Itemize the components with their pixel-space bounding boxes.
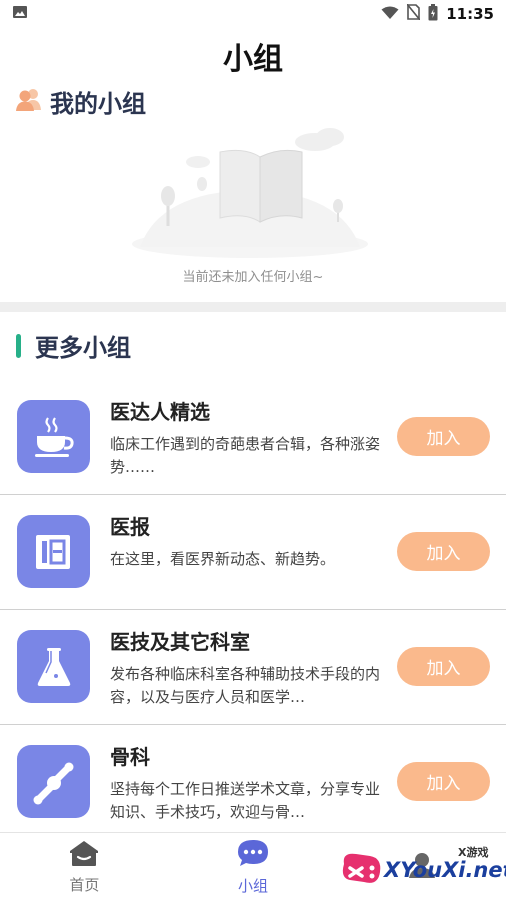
join-button[interactable]: 加入 xyxy=(397,647,490,686)
join-button[interactable]: 加入 xyxy=(397,762,490,801)
group-name: 医达人精选 xyxy=(110,400,210,424)
section-divider xyxy=(0,302,506,312)
nav-home-label: 首页 xyxy=(69,875,100,894)
group-item-yidaren[interactable]: 医达人精选 临床工作遇到的奇葩患者合辑，各种涨姿势…… 加入 xyxy=(0,380,506,495)
my-groups-header: 我的小组 xyxy=(16,84,146,119)
group-description: 在这里，看医界新动态、新趋势。 xyxy=(110,550,336,568)
wifi-icon xyxy=(381,5,399,24)
watermark-text: XYouXi.net xyxy=(384,858,506,882)
more-groups-title: 更多小组 xyxy=(35,334,131,362)
bone-joint-icon xyxy=(17,745,90,818)
coffee-cup-icon xyxy=(17,400,90,473)
nav-groups[interactable]: 小组 xyxy=(169,833,338,900)
status-time: 11:35 xyxy=(446,5,494,23)
watermark-logo: X游戏 XYouXi.net xyxy=(336,842,506,896)
group-name: 医报 xyxy=(110,515,150,539)
my-groups-title: 我的小组 xyxy=(50,90,146,118)
group-description: 发布各种临床科室各种辅助技术手段的内容，以及与医疗人员和医学… xyxy=(110,665,381,706)
empty-groups-message: 当前还未加入任何小组~ xyxy=(182,270,324,285)
gallery-notification-icon xyxy=(12,5,28,24)
status-bar: 11:35 xyxy=(0,0,506,28)
group-item-guke[interactable]: 骨科 坚持每个工作日推送学术文章，分享专业知识、手术技巧，欢迎与骨… 加入 xyxy=(0,725,506,840)
group-list: 医达人精选 临床工作遇到的奇葩患者合辑，各种涨姿势…… 加入 医报 在这里，看医… xyxy=(0,380,506,840)
more-groups-header: 更多小组 xyxy=(16,328,131,363)
chat-bubble-icon xyxy=(236,838,270,872)
group-description: 坚持每个工作日推送学术文章，分享专业知识、手术技巧，欢迎与骨… xyxy=(110,780,381,821)
group-item-yiji[interactable]: 医技及其它科室 发布各种临床科室各种辅助技术手段的内容，以及与医疗人员和医学… … xyxy=(0,610,506,725)
group-description: 临床工作遇到的奇葩患者合辑，各种涨姿势…… xyxy=(110,435,381,476)
page-title: 小组 xyxy=(223,42,283,77)
nav-groups-label: 小组 xyxy=(238,876,269,895)
group-name: 骨科 xyxy=(110,745,150,769)
flask-icon xyxy=(17,630,90,703)
nav-home[interactable]: 首页 xyxy=(0,833,169,900)
section-accent-bar xyxy=(16,333,21,358)
home-icon xyxy=(67,839,101,871)
battery-icon xyxy=(428,3,438,25)
join-button[interactable]: 加入 xyxy=(397,417,490,456)
join-button[interactable]: 加入 xyxy=(397,532,490,571)
group-name: 医技及其它科室 xyxy=(110,630,250,654)
empty-book-illustration xyxy=(120,122,380,262)
users-icon xyxy=(16,88,42,116)
newspaper-icon xyxy=(17,515,90,588)
group-item-yibao[interactable]: 医报 在这里，看医界新动态、新趋势。 加入 xyxy=(0,495,506,610)
no-sim-icon xyxy=(406,3,421,24)
